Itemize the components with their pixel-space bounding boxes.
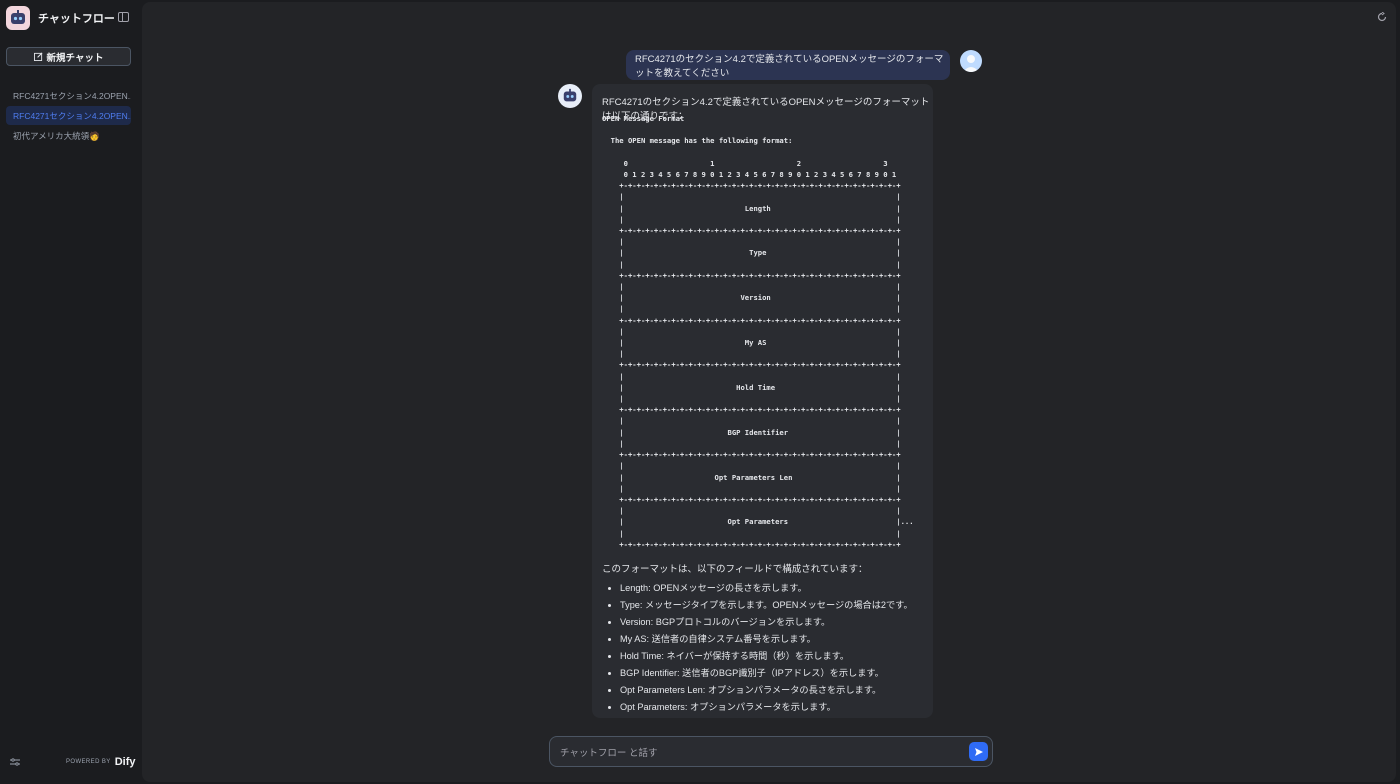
- dify-logo: Dify: [114, 756, 136, 768]
- list-item: BGP Identifier: 送信者のBGP識別子（IPアドレス）を示します。: [620, 665, 913, 682]
- app-name: チャットフロー: [38, 13, 115, 25]
- list-item: Type: メッセージタイプを示します。OPENメッセージの場合は2です。: [620, 597, 913, 614]
- conversation-item[interactable]: 初代アメリカ大統領🧑: [6, 126, 131, 145]
- bot-avatar: [558, 84, 582, 108]
- list-item: Length: OPENメッセージの長さを示します。: [620, 580, 913, 597]
- conversation-item-active[interactable]: RFC4271セクション4.2OPEN...: [6, 106, 131, 125]
- app-logo-icon: [6, 6, 30, 30]
- brand: チャットフロー: [6, 6, 115, 30]
- user-message: RFC4271のセクション4.2で定義されているOPENメッセージのフォーマット…: [626, 50, 950, 80]
- list-item: My AS: 送信者の自律システム番号を示します。: [620, 631, 913, 648]
- list-item: Opt Parameters: オプションパラメータを示します。: [620, 699, 913, 716]
- send-button[interactable]: [969, 742, 988, 761]
- refresh-icon[interactable]: [1377, 12, 1387, 22]
- chat-panel: RFC4271のセクション4.2で定義されているOPENメッセージのフォーマット…: [142, 2, 1396, 782]
- send-icon: [974, 747, 983, 756]
- new-chat-label: 新規チャット: [46, 52, 104, 64]
- edit-icon: [33, 52, 43, 61]
- powered-by-label: POWERED BY: [66, 759, 111, 765]
- app-root: チャットフロー 新規チャット RFC4271セクション4.2OPEN... RF…: [0, 0, 1400, 784]
- list-item: Hold Time: ネイバーが保持する時間（秒）を示します。: [620, 648, 913, 665]
- message-composer: [549, 736, 993, 767]
- sidebar: チャットフロー 新規チャット RFC4271セクション4.2OPEN... RF…: [0, 0, 142, 784]
- settings-icon[interactable]: [10, 758, 20, 766]
- code-block: OPEN Message Format The OPEN message has…: [602, 114, 914, 549]
- user-avatar: [960, 50, 982, 72]
- list-item: Version: BGPプロトコルのバージョンを示します。: [620, 614, 913, 631]
- bot-icon: [563, 88, 577, 102]
- field-list: Length: OPENメッセージの長さを示します。 Type: メッセージタイ…: [602, 580, 913, 716]
- user-icon: [963, 55, 979, 72]
- fields-intro: このフォーマットは、以下のフィールドで構成されています：: [602, 564, 868, 575]
- message-input[interactable]: [558, 745, 962, 761]
- powered-by: POWERED BY Dify: [66, 756, 135, 768]
- conversation-item[interactable]: RFC4271セクション4.2OPEN...: [6, 86, 131, 105]
- list-item: Opt Parameters Len: オプションパラメータの長さを示します。: [620, 682, 913, 699]
- new-chat-button[interactable]: 新規チャット: [6, 47, 131, 66]
- assistant-message: RFC4271のセクション4.2で定義されているOPENメッセージのフォーマット…: [592, 84, 933, 718]
- sidebar-toggle-icon[interactable]: [118, 12, 129, 22]
